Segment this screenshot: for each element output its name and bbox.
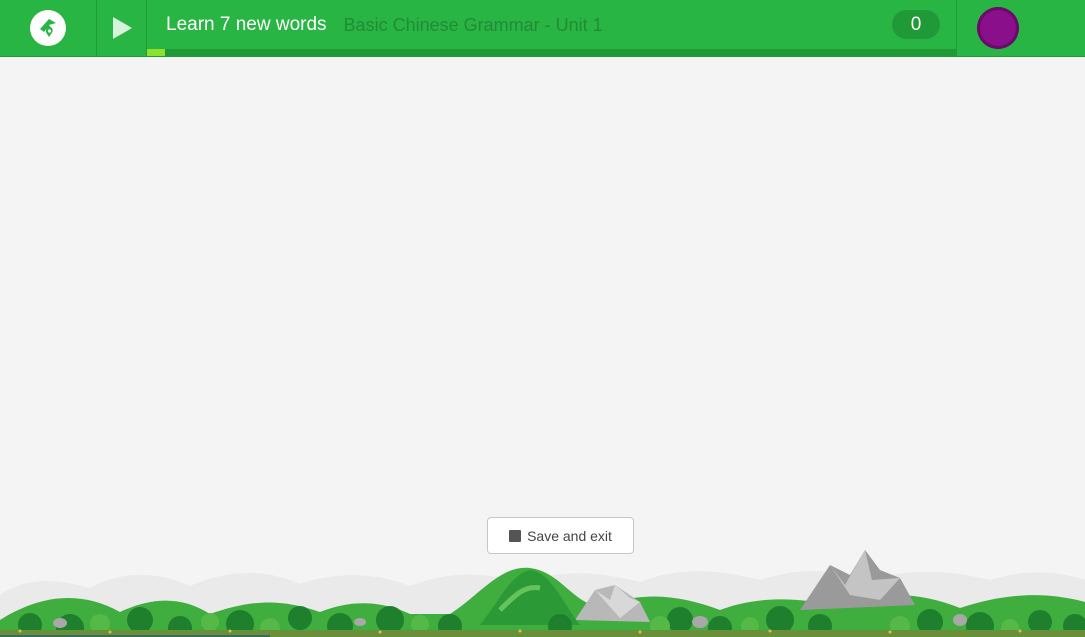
top-bar: Learn 7 new words Basic Chinese Grammar … [0, 0, 1085, 57]
logo-badge [30, 10, 66, 46]
user-avatar[interactable] [977, 7, 1019, 49]
play-icon [112, 17, 132, 39]
session-progress-bar [147, 49, 956, 56]
session-title-area: Learn 7 new words Basic Chinese Grammar … [166, 0, 603, 50]
landscape-decoration [0, 550, 1085, 637]
logo-link[interactable] [0, 0, 97, 56]
session-progress-fill [147, 49, 165, 56]
memrise-logo-icon [40, 19, 56, 37]
session-title: Learn 7 new words [166, 14, 327, 35]
course-name: Basic Chinese Grammar - Unit 1 [343, 14, 603, 35]
user-menu[interactable] [956, 0, 1085, 56]
play-button[interactable] [97, 0, 147, 56]
score-counter: 0 [892, 10, 940, 39]
session-page: Learn 7 new words Basic Chinese Grammar … [0, 0, 1085, 637]
